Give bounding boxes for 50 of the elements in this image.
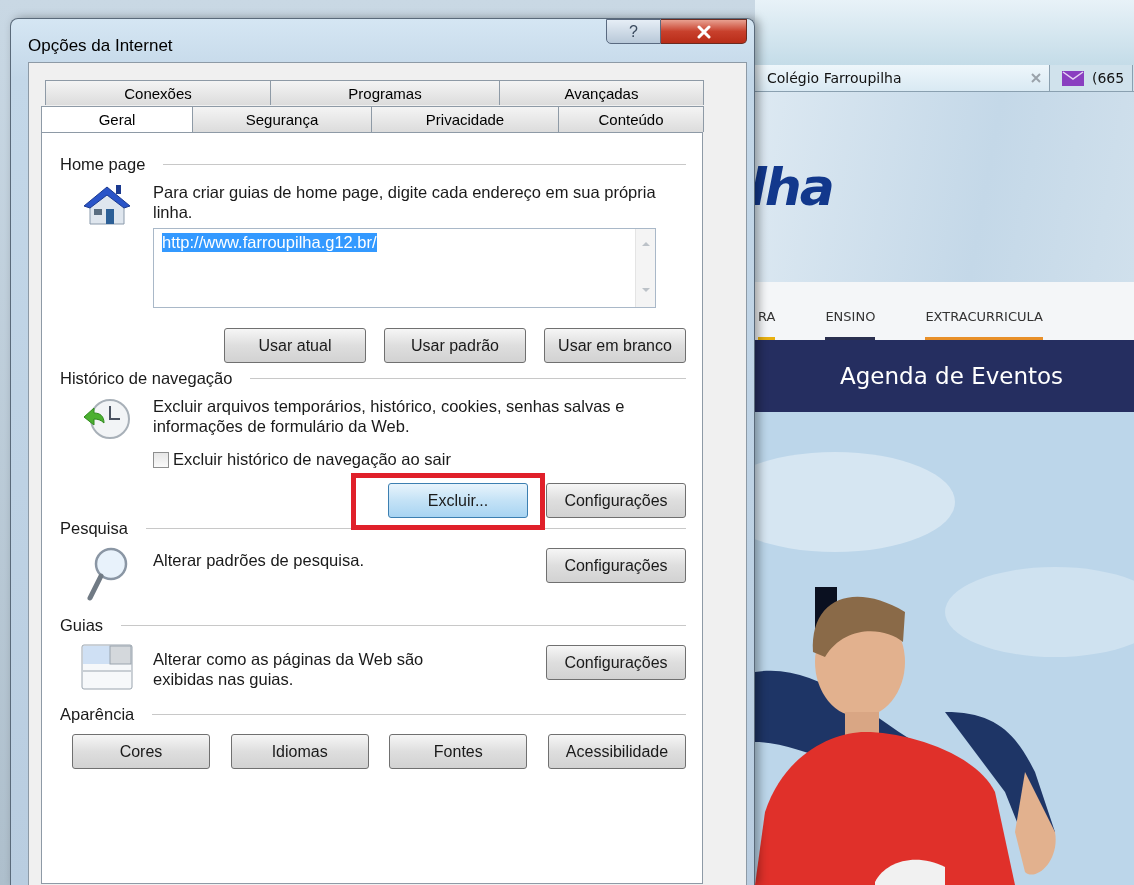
scroll-down-icon[interactable] [640, 287, 651, 293]
settings-button[interactable]: Configurações [546, 645, 686, 680]
envelope-icon [1062, 70, 1084, 86]
appearance-button[interactable]: Acessibilidade [547, 734, 686, 769]
close-button[interactable] [661, 19, 747, 44]
help-button[interactable]: ? [606, 19, 661, 44]
browser-tab[interactable]: Colégio Farroupilha [755, 65, 1050, 91]
search-icon [84, 546, 129, 604]
appearance-button[interactable]: Cores [72, 734, 210, 769]
tab[interactable]: Geral [41, 106, 193, 132]
dialog-button[interactable]: Usar padrão [384, 328, 526, 363]
dialog-button[interactable]: Configurações [546, 483, 686, 518]
house-icon [81, 182, 132, 228]
section-description: Para criar guias de home page, digite cada endereço em sua própria linha. [153, 182, 657, 222]
settings-button[interactable]: Configurações [546, 548, 686, 583]
section-heading: Pesquisa [60, 519, 128, 538]
tab[interactable]: Conteúdo [558, 106, 704, 132]
window-title: Opções da Internet [28, 36, 173, 56]
nav-link[interactable]: EXTRACURRICULA [925, 309, 1043, 340]
dialog-button[interactable]: Usar atual [224, 328, 366, 363]
tabs-window-icon [79, 643, 134, 691]
section-heading: Histórico de navegação [60, 369, 233, 388]
dialog-button[interactable]: Excluir... [388, 483, 528, 518]
section-heading: Aparência [60, 705, 135, 724]
tab-title: Colégio Farroupilha [767, 70, 903, 86]
clock-icon [81, 396, 132, 442]
scroll-up-icon[interactable] [640, 241, 651, 247]
tab[interactable]: Avançadas [499, 80, 704, 105]
section-description: Alterar padrões de pesquisa. [153, 550, 365, 570]
site-logo-text: lha [749, 157, 833, 217]
close-icon [695, 24, 712, 39]
nav-link[interactable]: ENSINO [825, 309, 876, 340]
section-description: Excluir arquivos temporários, histórico, cookies, senhas salvas e informações de formulário da Web. [153, 396, 626, 436]
dialog-button[interactable]: Usar em branco [544, 328, 686, 363]
tab[interactable]: Programas [270, 80, 500, 105]
tab[interactable]: Conexões [45, 80, 271, 105]
appearance-button[interactable]: Fontes [389, 734, 528, 769]
scrollbar[interactable] [635, 229, 655, 307]
tab[interactable]: Privacidade [371, 106, 559, 132]
section-heading: Home page [60, 155, 146, 174]
section-description: Alterar como as páginas da Web são exibidas nas guias. [153, 649, 425, 689]
close-icon[interactable] [1031, 73, 1041, 83]
section-heading: Guias [60, 616, 104, 635]
tab[interactable]: Segurança [192, 106, 372, 132]
appearance-button[interactable]: Idiomas [230, 734, 369, 769]
nav-link[interactable]: RA [758, 309, 776, 340]
banner-title: Agenda de Eventos [840, 363, 1064, 389]
checkbox[interactable]: Excluir histórico de navegação ao sair [153, 450, 686, 469]
browser-tab[interactable]: (665 [1050, 65, 1134, 91]
tab-title: (665 [1092, 70, 1125, 86]
